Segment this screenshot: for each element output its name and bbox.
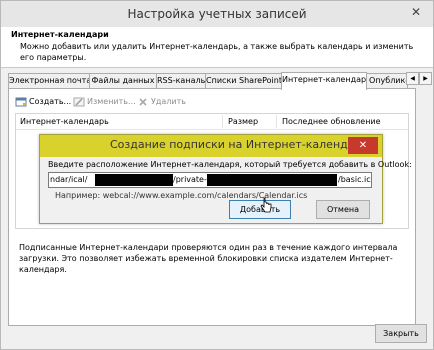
delete-icon xyxy=(139,97,147,106)
tab-rss-feeds[interactable]: RSS-каналы xyxy=(156,73,206,89)
url-text-part: /private- xyxy=(173,175,207,184)
redaction-block xyxy=(207,174,337,186)
close-button[interactable]: Закрыть xyxy=(375,324,427,343)
calendar-url-input[interactable]: ndar/ical/ /private- /basic.ics xyxy=(48,172,372,188)
cancel-button[interactable]: Отмена xyxy=(316,200,370,219)
redaction-block xyxy=(95,174,173,186)
delete-button[interactable]: Удалить xyxy=(137,95,186,109)
edit-button-label: Изменить... xyxy=(87,97,136,106)
mouse-cursor-icon xyxy=(260,197,272,213)
header-area: Интернет-календари Можно добавить или уд… xyxy=(1,27,433,67)
dialog-title-bar: Создание подписки на Интернет-календарь … xyxy=(40,135,382,157)
tab-email[interactable]: Электронная почта xyxy=(8,73,90,89)
delete-button-label: Удалить xyxy=(151,97,186,106)
new-calendar-icon xyxy=(15,97,27,106)
edit-button[interactable]: Изменить... xyxy=(73,95,136,109)
header-divider-line xyxy=(16,129,408,130)
header-description: Можно добавить или удалить Интернет-кале… xyxy=(20,42,414,62)
edit-icon xyxy=(73,97,85,106)
dialog-title: Создание подписки на Интернет-календарь xyxy=(110,138,368,151)
tab-sharepoint-lists[interactable]: Списки SharePoint xyxy=(205,73,283,89)
info-text: Подписанные Интернет-календари проверяют… xyxy=(19,243,398,274)
title-bar: Настройка учетных записей ✕ xyxy=(1,1,433,27)
url-text-part: ndar/ical/ xyxy=(50,175,88,184)
tab-published[interactable]: Опублико xyxy=(365,73,408,89)
create-button-label: Создать... xyxy=(29,97,72,106)
subscription-dialog: Создание подписки на Интернет-календарь … xyxy=(39,134,412,224)
header-divider xyxy=(1,67,433,68)
column-header-size[interactable]: Размер xyxy=(228,117,258,126)
url-prompt-label: Введите расположение Интернет-календаря,… xyxy=(48,160,412,169)
column-separator xyxy=(276,115,277,128)
url-text-part: /basic.ics xyxy=(338,175,372,184)
window-close-button[interactable]: ✕ xyxy=(399,1,433,23)
tab-scroll-right-button[interactable]: ▶ xyxy=(419,72,432,85)
tab-scroll-left-button[interactable]: ◀ xyxy=(406,72,419,85)
column-header-last-update[interactable]: Последнее обновление xyxy=(282,117,381,126)
window-title: Настройка учетных записей xyxy=(127,7,307,21)
tab-internet-calendars[interactable]: Интернет-календари xyxy=(281,72,367,90)
create-button[interactable]: Создать... xyxy=(15,95,71,109)
account-settings-window: Настройка учетных записей ✕ Интернет-кал… xyxy=(0,0,434,350)
column-separator xyxy=(222,115,223,128)
dialog-close-button[interactable]: ✕ xyxy=(348,137,378,154)
column-header-calendar[interactable]: Интернет-календарь xyxy=(20,117,109,126)
tab-data-files[interactable]: Файлы данных xyxy=(89,73,157,89)
header-title: Интернет-календари xyxy=(11,30,109,39)
dialog-body: Введите расположение Интернет-календаря,… xyxy=(45,157,412,219)
